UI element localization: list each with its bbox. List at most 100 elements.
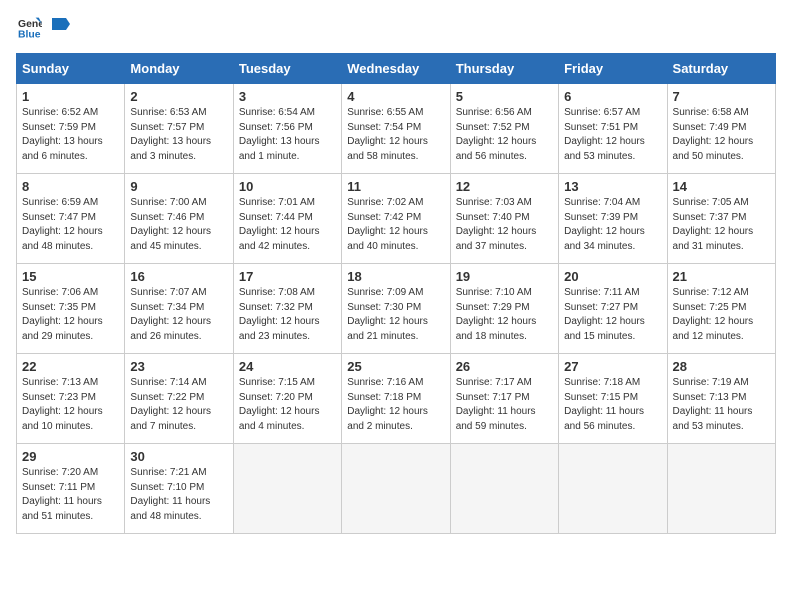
dow-header-wednesday: Wednesday: [342, 54, 450, 84]
day-info: Sunrise: 7:13 AM Sunset: 7:23 PM Dayligh…: [22, 376, 119, 434]
week-row-1: 1Sunrise: 6:52 AM Sunset: 7:59 PM Daylig…: [17, 84, 776, 174]
day-number: 24: [239, 359, 336, 374]
day-info: Sunrise: 7:16 AM Sunset: 7:18 PM Dayligh…: [347, 376, 444, 434]
day-number: 16: [130, 269, 227, 284]
day-number: 1: [22, 89, 119, 104]
week-row-4: 22 Sunrise: 7:13 AM Sunset: 7:23 PM Dayli…: [17, 354, 776, 444]
day-info: Sunrise: 7:19 AM Sunset: 7:13 PM Dayligh…: [673, 376, 770, 434]
day-number: 29: [22, 449, 119, 464]
calendar-table: SundayMondayTuesdayWednesdayThursdayFrid…: [16, 53, 776, 534]
calendar-cell: 30 Sunrise: 7:21 AM Sunset: 7:10 PM Dayli…: [125, 444, 233, 534]
calendar-cell: 23 Sunrise: 7:14 AM Sunset: 7:22 PM Dayli…: [125, 354, 233, 444]
calendar-cell: 22 Sunrise: 7:13 AM Sunset: 7:23 PM Dayli…: [17, 354, 125, 444]
day-info: Sunrise: 7:17 AM Sunset: 7:17 PM Dayligh…: [456, 376, 553, 434]
svg-text:Blue: Blue: [18, 30, 41, 40]
days-of-week-row: SundayMondayTuesdayWednesdayThursdayFrid…: [17, 54, 776, 84]
day-info: Sunrise: 7:04 AM Sunset: 7:39 PM Dayligh…: [564, 196, 661, 254]
day-info: Sunrise: 7:18 AM Sunset: 7:15 PM Dayligh…: [564, 376, 661, 434]
day-number: 18: [347, 269, 444, 284]
calendar-cell: [559, 444, 667, 534]
calendar-cell: 5Sunrise: 6:56 AM Sunset: 7:52 PM Daylig…: [450, 84, 558, 174]
calendar-cell: 3 Sunrise: 6:54 AM Sunset: 7:56 PM Daylig…: [233, 84, 341, 174]
dow-header-saturday: Saturday: [667, 54, 775, 84]
calendar-cell: 17Sunrise: 7:08 AM Sunset: 7:32 PM Dayli…: [233, 264, 341, 354]
day-info: Sunrise: 7:20 AM Sunset: 7:11 PM Dayligh…: [22, 466, 119, 524]
calendar-cell: 18Sunrise: 7:09 AM Sunset: 7:30 PM Dayli…: [342, 264, 450, 354]
week-row-2: 8 Sunrise: 6:59 AM Sunset: 7:47 PM Daylig…: [17, 174, 776, 264]
calendar-cell: 21 Sunrise: 7:12 AM Sunset: 7:25 PM Dayli…: [667, 264, 775, 354]
day-info: Sunrise: 7:10 AM Sunset: 7:29 PM Dayligh…: [456, 286, 553, 344]
day-number: 28: [673, 359, 770, 374]
week-row-3: 15 Sunrise: 7:06 AM Sunset: 7:35 PM Dayli…: [17, 264, 776, 354]
calendar-cell: 13 Sunrise: 7:04 AM Sunset: 7:39 PM Dayli…: [559, 174, 667, 264]
calendar-cell: 16 Sunrise: 7:07 AM Sunset: 7:34 PM Dayli…: [125, 264, 233, 354]
day-info: Sunrise: 6:59 AM Sunset: 7:47 PM Dayligh…: [22, 196, 119, 254]
calendar-cell: 2Sunrise: 6:53 AM Sunset: 7:57 PM Daylig…: [125, 84, 233, 174]
day-info: Sunrise: 7:21 AM Sunset: 7:10 PM Dayligh…: [130, 466, 227, 524]
calendar-cell: [342, 444, 450, 534]
day-number: 30: [130, 449, 227, 464]
day-number: 10: [239, 179, 336, 194]
day-number: 8: [22, 179, 119, 194]
calendar-cell: 7 Sunrise: 6:58 AM Sunset: 7:49 PM Daylig…: [667, 84, 775, 174]
day-info: Sunrise: 7:01 AM Sunset: 7:44 PM Dayligh…: [239, 196, 336, 254]
day-info: Sunrise: 6:58 AM Sunset: 7:49 PM Dayligh…: [673, 106, 770, 164]
day-info: Sunrise: 7:11 AM Sunset: 7:27 PM Dayligh…: [564, 286, 661, 344]
day-info: Sunrise: 7:06 AM Sunset: 7:35 PM Dayligh…: [22, 286, 119, 344]
day-number: 20: [564, 269, 661, 284]
day-number: 7: [673, 89, 770, 104]
dow-header-sunday: Sunday: [17, 54, 125, 84]
day-number: 3: [239, 89, 336, 104]
calendar-cell: 4Sunrise: 6:55 AM Sunset: 7:54 PM Daylig…: [342, 84, 450, 174]
calendar-cell: 6 Sunrise: 6:57 AM Sunset: 7:51 PM Daylig…: [559, 84, 667, 174]
day-info: Sunrise: 7:14 AM Sunset: 7:22 PM Dayligh…: [130, 376, 227, 434]
day-info: Sunrise: 7:08 AM Sunset: 7:32 PM Dayligh…: [239, 286, 336, 344]
day-number: 11: [347, 179, 444, 194]
day-number: 26: [456, 359, 553, 374]
day-number: 21: [673, 269, 770, 284]
calendar-cell: 24 Sunrise: 7:15 AM Sunset: 7:20 PM Dayli…: [233, 354, 341, 444]
calendar-cell: 27 Sunrise: 7:18 AM Sunset: 7:15 PM Dayli…: [559, 354, 667, 444]
day-info: Sunrise: 7:12 AM Sunset: 7:25 PM Dayligh…: [673, 286, 770, 344]
calendar-cell: 11Sunrise: 7:02 AM Sunset: 7:42 PM Dayli…: [342, 174, 450, 264]
calendar-cell: 8 Sunrise: 6:59 AM Sunset: 7:47 PM Daylig…: [17, 174, 125, 264]
calendar-cell: [233, 444, 341, 534]
calendar-cell: 20 Sunrise: 7:11 AM Sunset: 7:27 PM Dayli…: [559, 264, 667, 354]
day-number: 12: [456, 179, 553, 194]
calendar-cell: [450, 444, 558, 534]
day-number: 19: [456, 269, 553, 284]
day-info: Sunrise: 7:15 AM Sunset: 7:20 PM Dayligh…: [239, 376, 336, 434]
calendar-cell: 9 Sunrise: 7:00 AM Sunset: 7:46 PM Daylig…: [125, 174, 233, 264]
calendar-cell: 1Sunrise: 6:52 AM Sunset: 7:59 PM Daylig…: [17, 84, 125, 174]
calendar-body: 1Sunrise: 6:52 AM Sunset: 7:59 PM Daylig…: [17, 84, 776, 534]
calendar-cell: 28 Sunrise: 7:19 AM Sunset: 7:13 PM Dayli…: [667, 354, 775, 444]
day-number: 13: [564, 179, 661, 194]
dow-header-tuesday: Tuesday: [233, 54, 341, 84]
day-info: Sunrise: 6:53 AM Sunset: 7:57 PM Dayligh…: [130, 106, 227, 164]
day-number: 9: [130, 179, 227, 194]
calendar-cell: 19 Sunrise: 7:10 AM Sunset: 7:29 PM Dayli…: [450, 264, 558, 354]
day-info: Sunrise: 7:03 AM Sunset: 7:40 PM Dayligh…: [456, 196, 553, 254]
day-info: Sunrise: 7:00 AM Sunset: 7:46 PM Dayligh…: [130, 196, 227, 254]
day-number: 14: [673, 179, 770, 194]
logo-icon: General Blue: [18, 16, 42, 40]
page-header: General Blue: [16, 16, 776, 45]
day-info: Sunrise: 7:05 AM Sunset: 7:37 PM Dayligh…: [673, 196, 770, 254]
day-number: 25: [347, 359, 444, 374]
calendar-cell: 10 Sunrise: 7:01 AM Sunset: 7:44 PM Dayli…: [233, 174, 341, 264]
calendar-cell: 25 Sunrise: 7:16 AM Sunset: 7:18 PM Dayli…: [342, 354, 450, 444]
day-info: Sunrise: 6:54 AM Sunset: 7:56 PM Dayligh…: [239, 106, 336, 164]
dow-header-monday: Monday: [125, 54, 233, 84]
logo-flag-icon: [48, 16, 70, 38]
day-number: 27: [564, 359, 661, 374]
calendar-cell: [667, 444, 775, 534]
day-info: Sunrise: 6:56 AM Sunset: 7:52 PM Dayligh…: [456, 106, 553, 164]
day-info: Sunrise: 6:57 AM Sunset: 7:51 PM Dayligh…: [564, 106, 661, 164]
day-info: Sunrise: 7:07 AM Sunset: 7:34 PM Dayligh…: [130, 286, 227, 344]
day-number: 23: [130, 359, 227, 374]
calendar-cell: 26 Sunrise: 7:17 AM Sunset: 7:17 PM Dayli…: [450, 354, 558, 444]
day-number: 6: [564, 89, 661, 104]
day-number: 22: [22, 359, 119, 374]
logo: General Blue: [16, 16, 70, 45]
day-number: 15: [22, 269, 119, 284]
